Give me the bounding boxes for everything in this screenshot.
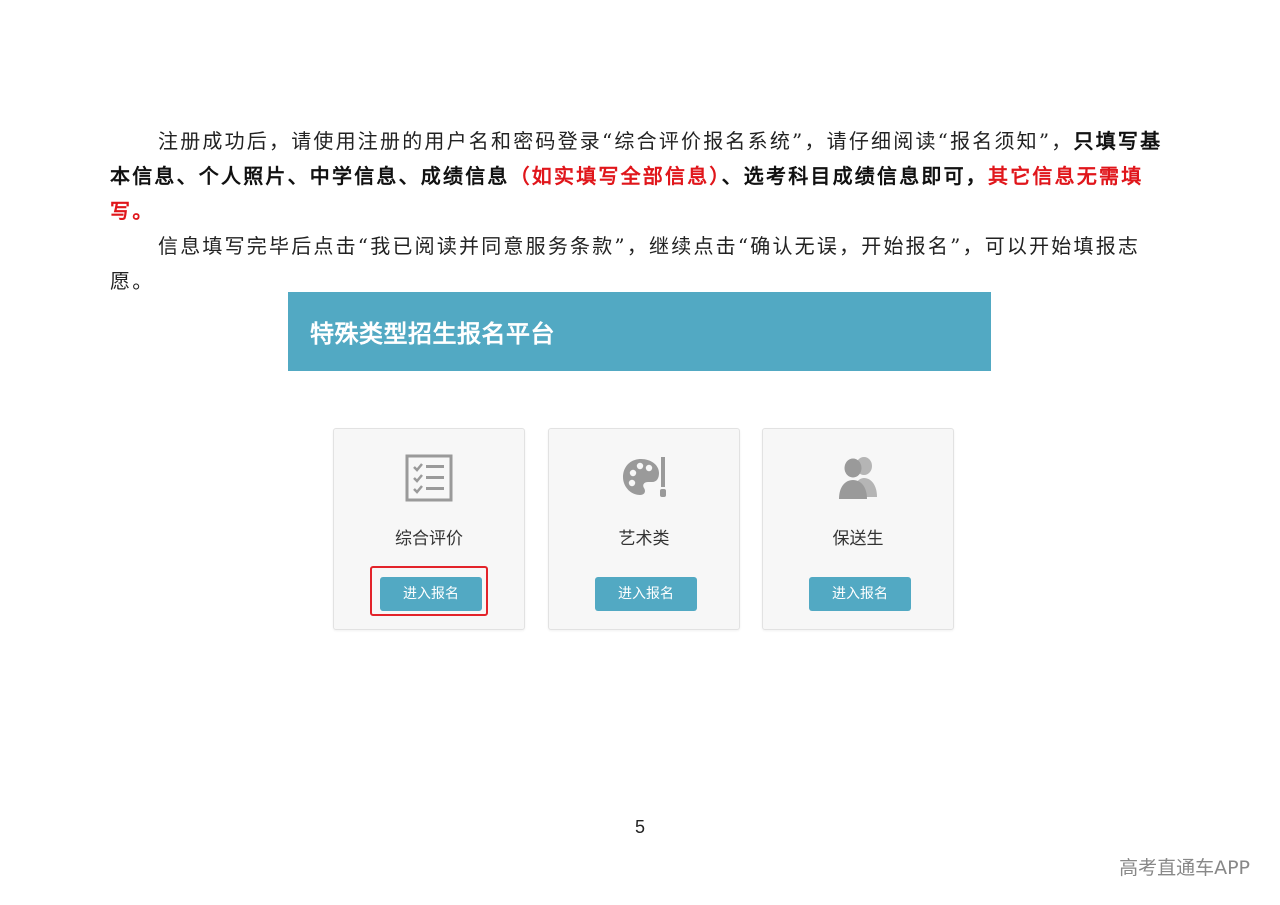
page-number: 5 [634,817,645,837]
users-icon [839,457,877,499]
card-label: 保送生 [832,529,884,549]
card-arts: 艺术类 进入报名 [548,428,740,630]
card-comprehensive-evaluation: 综合评价 进入报名 [333,428,525,630]
enter-registration-button[interactable]: 进入报名 [809,577,911,611]
platform-title: 特殊类型招生报名平台 [310,320,555,348]
paragraph1-bold-text-2: 、选考科目成绩信息即可， [721,164,989,188]
enter-registration-button[interactable]: 进入报名 [595,577,697,611]
palette-icon [623,457,666,497]
paragraph1-line1: 注册成功后，请使用注册的用户名和密码登录“综合评价报名系统”，请仔细阅读“报名须… [158,129,1074,153]
instruction-paragraph-1: 注册成功后，请使用注册的用户名和密码登录“综合评价报名系统”，请仔细阅读“报名须… [110,124,1172,229]
highlight-box [370,566,488,616]
card-label: 艺术类 [618,529,670,549]
card-label: 综合评价 [395,529,463,549]
instruction-paragraph-2: 信息填写完毕后点击“我已阅读并同意服务条款”，继续点击“确认无误，开始报名”，可… [110,229,1172,299]
platform-banner: 特殊类型招生报名平台 [288,292,991,371]
paragraph2-text: 信息填写完毕后点击“我已阅读并同意服务条款”，继续点击“确认无误，开始报名”，可… [110,234,1141,293]
card-recommended-admission: 保送生 进入报名 [762,428,954,630]
paragraph1-red-text-1: （如实填写全部信息） [509,164,722,188]
watermark: 高考直通车APP [1119,857,1250,879]
platform-screenshot: 特殊类型招生报名平台 综合评价 进入报名 艺术类 进入报名 保送生 进入报名 [288,292,991,642]
checklist-icon [405,454,453,502]
